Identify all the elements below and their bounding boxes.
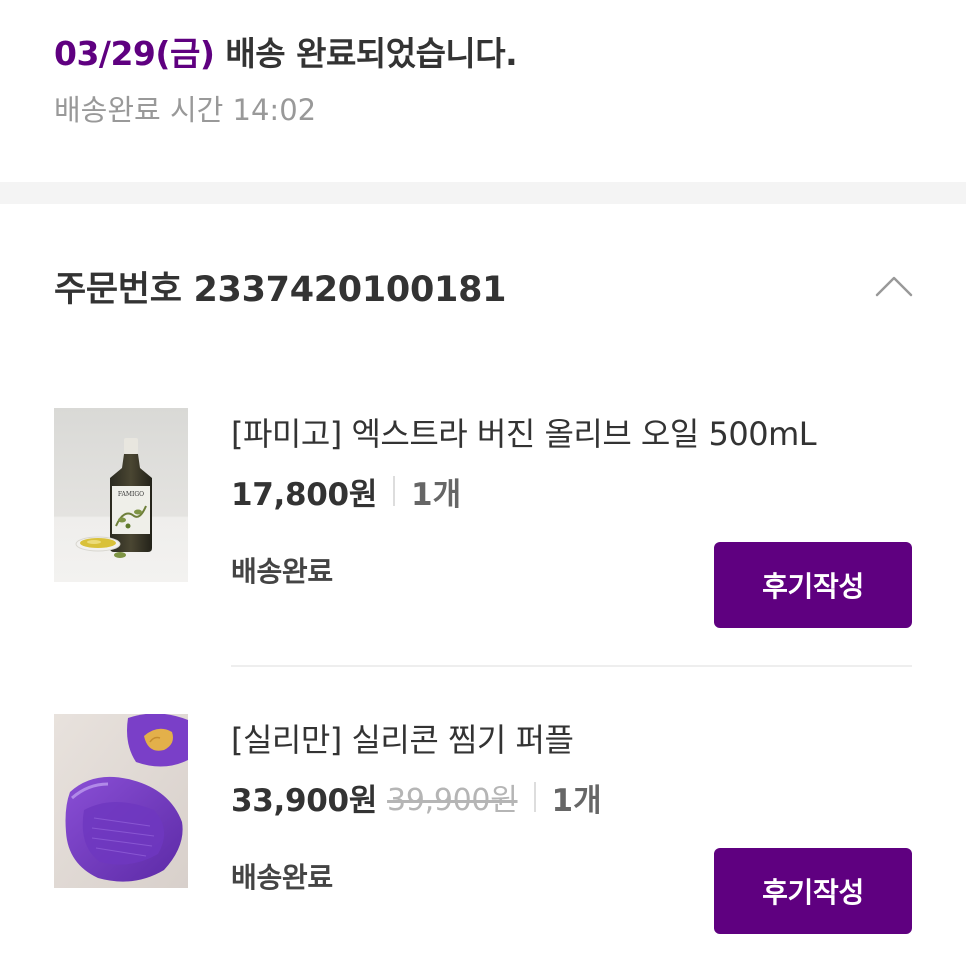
order-item: [실리만] 실리콘 찜기 퍼플 33,900원 39,900원 1개 배송완료 … — [54, 714, 912, 944]
product-info: [파미고] 엑스트라 버진 올리브 오일 500mL 17,800원 1개 — [231, 408, 912, 516]
price-row: 33,900원 39,900원 1개 — [231, 772, 912, 822]
product-price: 33,900원 — [231, 782, 378, 819]
price-row: 17,800원 1개 — [231, 466, 912, 516]
chevron-up-icon[interactable] — [870, 262, 918, 310]
section-divider — [0, 182, 966, 204]
product-quantity: 1개 — [411, 476, 462, 513]
product-name[interactable]: [실리만] 실리콘 찜기 퍼플 — [231, 714, 912, 766]
product-quantity: 1개 — [551, 782, 602, 819]
order-header[interactable]: 주문번호 2337420100181 — [54, 256, 918, 316]
write-review-button[interactable]: 후기작성 — [714, 542, 912, 628]
svg-text:FAMIGO: FAMIGO — [118, 491, 144, 498]
price-separator — [533, 782, 536, 812]
delivery-status-label: 배송완료 — [231, 555, 333, 588]
olive-oil-bottle-image[interactable]: FAMIGO — [54, 408, 188, 582]
delivery-date: 03/29(금) — [54, 34, 215, 73]
delivery-status-header: 03/29(금) 배송 완료되었습니다. 배송완료 시간 14:02 — [54, 30, 926, 130]
delivery-status-label: 배송완료 — [231, 861, 333, 894]
write-review-button[interactable]: 후기작성 — [714, 848, 912, 934]
order-number: 주문번호 2337420100181 — [54, 269, 507, 310]
delivery-time: 배송완료 시간 14:02 — [54, 93, 317, 127]
delivery-title: 03/29(금) 배송 완료되었습니다. — [54, 30, 926, 78]
product-price: 17,800원 — [231, 476, 378, 513]
product-info: [실리만] 실리콘 찜기 퍼플 33,900원 39,900원 1개 — [231, 714, 912, 822]
product-name[interactable]: [파미고] 엑스트라 버진 올리브 오일 500mL — [231, 408, 912, 460]
delivery-message: 배송 완료되었습니다. — [214, 34, 518, 73]
original-price: 39,900원 — [387, 783, 518, 818]
order-item: FAMIGO [파미고] 엑스트라 버진 올리브 오일 500mL 17,800… — [54, 408, 912, 638]
item-divider — [231, 665, 912, 667]
price-separator — [393, 476, 396, 506]
purple-silicone-steamer-image[interactable] — [54, 714, 188, 888]
